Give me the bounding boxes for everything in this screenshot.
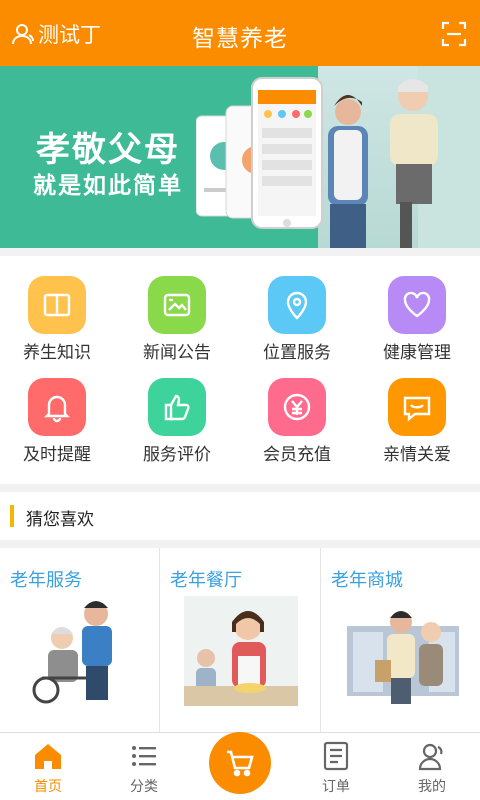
card-elderly-mall[interactable]: 老年商城 <box>321 548 480 732</box>
feature-grid: 养生知识 新闻公告 位置服务 健康管理 及时提醒 服务评价 会员充值 亲情关爱 <box>0 256 480 484</box>
section-accent-bar <box>10 505 14 527</box>
home-icon <box>35 744 61 769</box>
feature-label: 会员充值 <box>263 445 331 465</box>
phone-mockup <box>196 77 323 229</box>
elderly-service-illustration <box>32 601 112 704</box>
tab-orders[interactable]: 订单 <box>288 733 384 800</box>
image-icon <box>148 276 206 334</box>
card-elderly-restaurant[interactable]: 老年餐厅 <box>160 548 320 732</box>
feature-label: 亲情关爱 <box>383 445 451 465</box>
caregiver-elderly-illustration <box>328 66 480 248</box>
card-elderly-service[interactable]: 老年服务 <box>0 548 160 732</box>
card-title: 老年服务 <box>10 570 82 591</box>
yen-icon <box>268 378 326 436</box>
tab-label: 分类 <box>130 779 158 795</box>
feature-item-family-care[interactable]: 亲情关爱 <box>360 358 480 472</box>
tab-category[interactable]: 分类 <box>96 733 192 800</box>
feature-item-reminder[interactable]: 及时提醒 <box>0 358 120 472</box>
card-title: 老年餐厅 <box>170 570 242 591</box>
app-screen: 测试丁 智慧养老 孝敬父母 就是如此简单 养生知识 新闻公告 位置服务 健康管理… <box>0 0 480 800</box>
feature-item-recharge[interactable]: 会员充值 <box>240 358 360 472</box>
tab-home[interactable]: 首页 <box>0 733 96 800</box>
bell-icon <box>28 378 86 436</box>
feature-item-news[interactable]: 新闻公告 <box>120 256 240 370</box>
app-header: 测试丁 智慧养老 <box>0 0 480 66</box>
feature-item-health-knowledge[interactable]: 养生知识 <box>0 256 120 370</box>
heart-icon <box>388 276 446 334</box>
promo-banner[interactable]: 孝敬父母 就是如此简单 <box>0 66 480 248</box>
feature-item-health-management[interactable]: 健康管理 <box>360 256 480 370</box>
cart-button[interactable] <box>209 732 271 794</box>
banner-slogan-1: 孝敬父母 <box>36 130 180 170</box>
banner-photo <box>318 66 480 248</box>
tab-label: 我的 <box>418 779 446 795</box>
card-title: 老年商城 <box>331 570 403 591</box>
elderly-mall-illustration <box>347 611 459 704</box>
order-list-icon <box>323 741 349 771</box>
feature-label: 服务评价 <box>143 445 211 465</box>
section-title: 猜您喜欢 <box>26 510 94 530</box>
banner-slogan-2: 就是如此简单 <box>33 173 183 199</box>
elderly-restaurant-illustration <box>184 596 298 706</box>
recommend-section-header: 猜您喜欢 <box>0 492 480 540</box>
scan-icon[interactable] <box>441 21 467 47</box>
tab-label: 订单 <box>322 779 350 795</box>
chat-icon <box>388 378 446 436</box>
user-profile-icon <box>418 743 443 771</box>
feature-item-service-rating[interactable]: 服务评价 <box>120 358 240 472</box>
page-title: 智慧养老 <box>192 26 288 52</box>
location-pin-icon <box>268 276 326 334</box>
book-icon <box>28 276 86 334</box>
feature-item-location[interactable]: 位置服务 <box>240 256 360 370</box>
tab-mine[interactable]: 我的 <box>384 733 480 800</box>
list-icon <box>132 746 156 766</box>
thumbs-up-icon <box>148 378 206 436</box>
tab-label: 首页 <box>34 779 62 795</box>
shopping-cart-icon <box>227 750 254 777</box>
feature-label: 及时提醒 <box>23 445 91 465</box>
recommend-cards: 老年服务 老年餐厅 老年商城 <box>0 548 480 732</box>
